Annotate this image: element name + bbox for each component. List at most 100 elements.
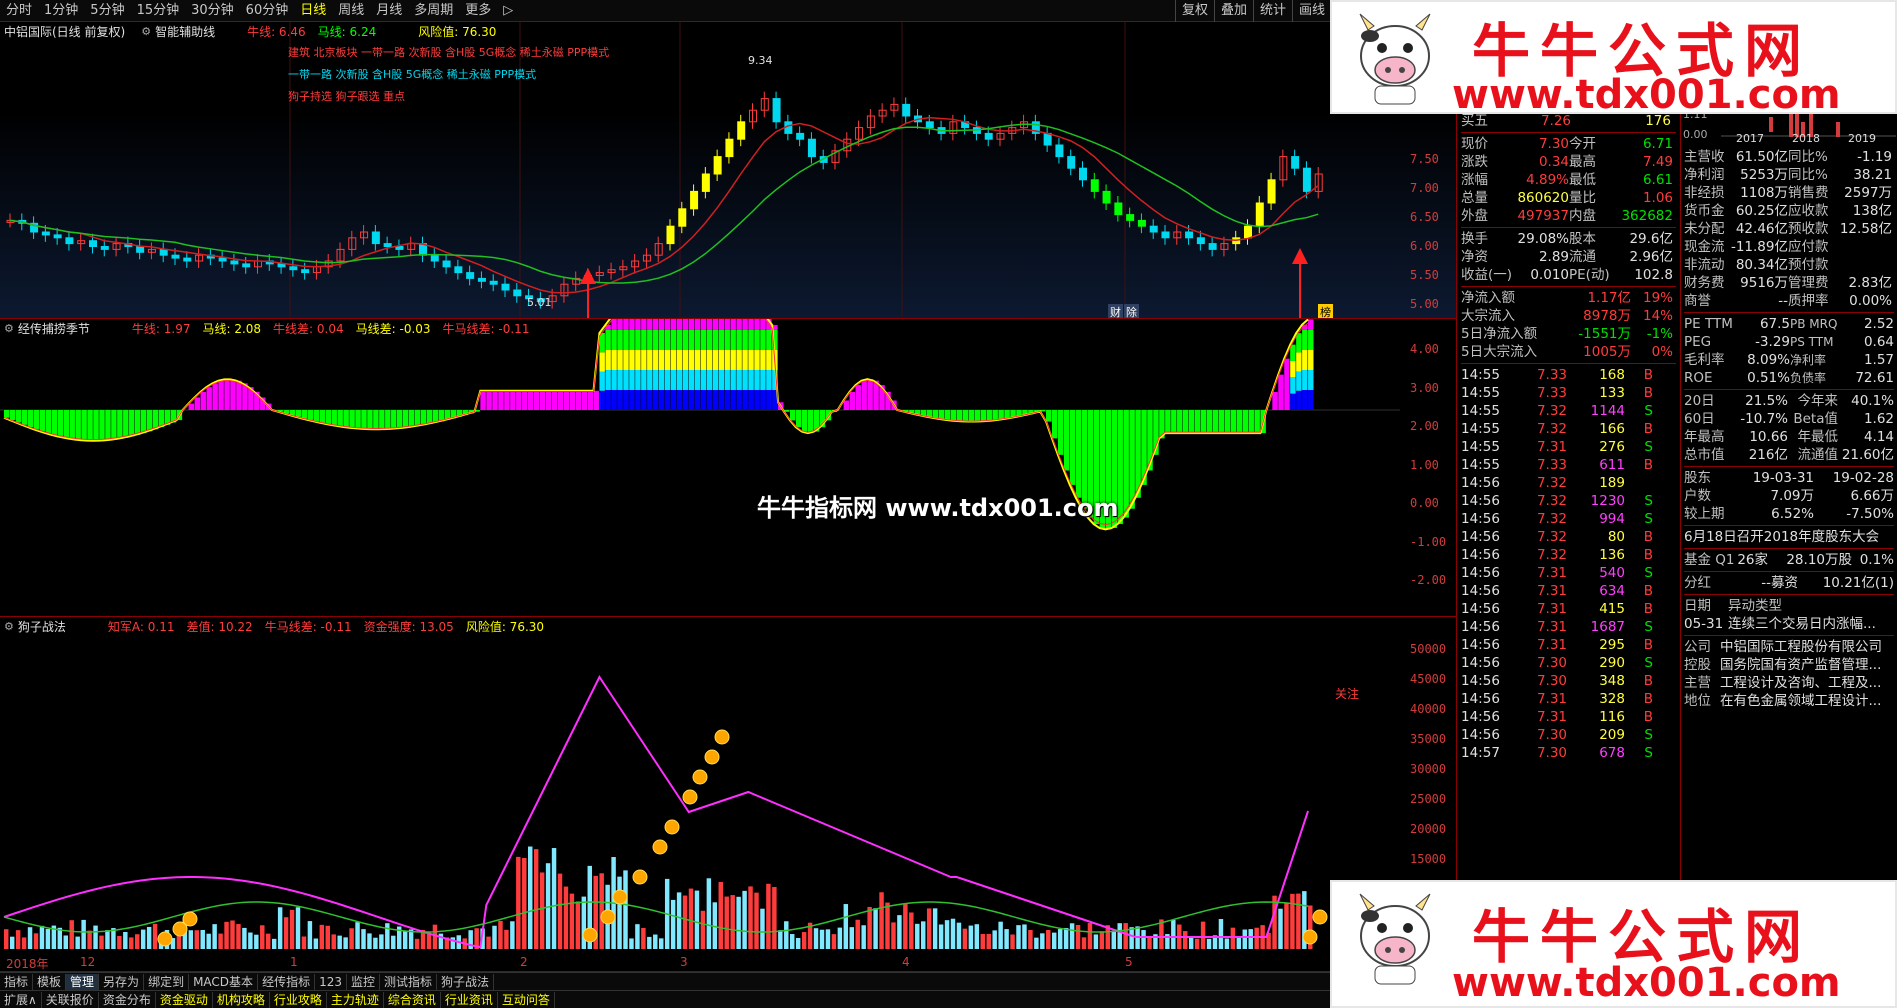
volume-bar bbox=[1147, 937, 1152, 949]
indicator-tab-0[interactable]: 指标 bbox=[0, 973, 34, 990]
osc-bar-band bbox=[754, 370, 760, 390]
extension-tab-6[interactable]: 主力轨迹 bbox=[327, 991, 384, 1008]
oscillator-panel[interactable]: ⚙ 经传捕捞季节 牛线: 1.97 马线: 2.08 牛线差: 0.04 马线差… bbox=[0, 319, 1456, 617]
cell: 14:56 bbox=[1461, 529, 1500, 545]
period-tab-10[interactable]: 更多 bbox=[459, 0, 497, 22]
period-tab-4[interactable]: 30分钟 bbox=[185, 0, 240, 22]
settings-icon[interactable]: ⚙ bbox=[141, 25, 151, 38]
period-tab-7[interactable]: 周线 bbox=[332, 0, 370, 22]
flow-row: 净流入额 1.17亿 19% bbox=[1461, 289, 1676, 307]
osc-bar bbox=[1224, 410, 1231, 434]
more-arrow-icon[interactable]: ▷ bbox=[497, 0, 519, 22]
buy-signal-icon bbox=[652, 839, 668, 855]
period-tab-5[interactable]: 60分钟 bbox=[240, 0, 295, 22]
osc-bar bbox=[69, 410, 75, 439]
osc-bar-band bbox=[712, 330, 719, 350]
osc-bar-band bbox=[754, 390, 760, 410]
company-row: 公司 中铝国际工程股份有限公司 bbox=[1684, 638, 1894, 656]
price-chart-svg[interactable] bbox=[0, 22, 1456, 319]
volume-bar bbox=[790, 934, 795, 949]
earnings-bar bbox=[1836, 122, 1840, 137]
toolbar-right-3[interactable]: 画线 bbox=[1292, 0, 1331, 22]
period-tab-1[interactable]: 1分钟 bbox=[38, 0, 84, 22]
price-chart-panel[interactable]: 中铝国际(日线 前复权) ⚙ 智能辅助线 牛线: 6.46 马线: 6.24 风… bbox=[0, 22, 1456, 319]
fund-row: 现金流 -11.89亿 应付款 bbox=[1684, 238, 1894, 256]
period-tab-2[interactable]: 5分钟 bbox=[84, 0, 130, 22]
osc-bar-band bbox=[1290, 344, 1296, 361]
volume-bar bbox=[778, 930, 783, 949]
cell: 股本 bbox=[1569, 231, 1596, 247]
cell: 较上期 bbox=[1684, 506, 1725, 522]
cell: 7.32 bbox=[1536, 475, 1567, 491]
cell[interactable]: 连续三个交易日内涨幅... bbox=[1728, 615, 1894, 633]
osc-bar-band bbox=[724, 390, 730, 410]
volume-bar bbox=[784, 921, 789, 949]
indicator-tab-8[interactable]: 监控 bbox=[347, 973, 380, 990]
cell: 14:56 bbox=[1461, 511, 1500, 527]
cell: 994 bbox=[1599, 511, 1625, 527]
indicator-tab-9[interactable]: 测试指标 bbox=[380, 973, 438, 990]
indicator-tab-3[interactable]: 另存为 bbox=[99, 973, 145, 990]
center-watermark: 牛牛指标网 www.tdx001.com bbox=[757, 494, 1119, 522]
cell: B bbox=[1643, 457, 1653, 473]
extension-tab-2[interactable]: 资金分布 bbox=[99, 991, 156, 1008]
extension-tab-9[interactable]: 互动问答 bbox=[498, 991, 555, 1008]
volume-bar bbox=[641, 927, 646, 949]
settings-icon[interactable]: ⚙ bbox=[4, 322, 14, 335]
cell: 102.8 bbox=[1634, 267, 1673, 283]
volume-bar bbox=[1123, 923, 1128, 949]
oscillator-svg[interactable] bbox=[0, 319, 1456, 617]
extension-tab-1[interactable]: 关联报价 bbox=[42, 991, 99, 1008]
extension-tab-3[interactable]: 资金驱动 bbox=[156, 991, 213, 1008]
cell: 8978万 bbox=[1583, 308, 1631, 324]
osc-bar bbox=[1183, 410, 1189, 434]
osc-bar-band bbox=[736, 350, 742, 370]
event-tag-chu[interactable]: 除 bbox=[1124, 304, 1139, 318]
period-tab-6[interactable]: 日线 bbox=[294, 0, 332, 22]
toolbar-right-0[interactable]: 复权 bbox=[1175, 0, 1214, 22]
cell: 2.96亿 bbox=[1629, 249, 1673, 265]
extension-tab-4[interactable]: 机构攻略 bbox=[213, 991, 270, 1008]
tick-row: 14:56 7.32 80 B bbox=[1461, 528, 1676, 546]
osc-bar bbox=[700, 319, 707, 330]
flow-row: 大宗流入 8978万 14% bbox=[1461, 307, 1676, 325]
extension-tab-5[interactable]: 行业攻略 bbox=[270, 991, 327, 1008]
candle-body bbox=[454, 266, 463, 274]
indicator-tab-2[interactable]: 管理 bbox=[66, 973, 100, 990]
extension-toolbar: 扩展∧ 关联报价 资金分布 资金驱动 机构攻略 行业攻略 主力轨迹 综合资讯 行业资讯 互动问答 bbox=[0, 990, 1330, 1008]
indicator-tab-6[interactable]: 经传指标 bbox=[258, 973, 316, 990]
settings-icon[interactable]: ⚙ bbox=[4, 620, 14, 633]
indicator-tab-7[interactable]: 123 bbox=[315, 973, 347, 990]
toolbar-right-1[interactable]: 叠加 bbox=[1214, 0, 1253, 22]
tick-row: 14:56 7.30 290 S bbox=[1461, 654, 1676, 672]
osc-bar-band bbox=[724, 350, 730, 370]
date-tick: 1 bbox=[290, 955, 298, 969]
indicator-tab-4[interactable]: 绑定到 bbox=[144, 973, 190, 990]
candle-body bbox=[53, 234, 62, 239]
cell: 中铝国际工程股份有限公司 bbox=[1720, 639, 1882, 655]
volume-bar bbox=[373, 937, 378, 949]
indicator-tab-5[interactable]: MACD基本 bbox=[189, 973, 259, 990]
volume-bar bbox=[218, 933, 223, 949]
period-tab-8[interactable]: 月线 bbox=[370, 0, 408, 22]
strategy-svg[interactable] bbox=[0, 617, 1456, 972]
cell: S bbox=[1644, 565, 1653, 581]
osc-bar-band bbox=[611, 390, 617, 410]
extension-tab-0[interactable]: 扩展∧ bbox=[0, 991, 42, 1008]
extension-tab-7[interactable]: 综合资讯 bbox=[384, 991, 441, 1008]
indicator-tab-1[interactable]: 模板 bbox=[33, 973, 67, 990]
period-tab-0[interactable]: 分时 bbox=[0, 0, 38, 22]
strategy-panel[interactable]: ⚙ 狗子战法 知军A: 0.11 差值: 10.22 牛马线差: -0.11 资… bbox=[0, 617, 1456, 972]
volume-bar bbox=[772, 887, 777, 949]
toolbar-right-2[interactable]: 统计 bbox=[1253, 0, 1292, 22]
extension-tab-8[interactable]: 行业资讯 bbox=[441, 991, 498, 1008]
osc-bar bbox=[938, 410, 945, 419]
period-tab-9[interactable]: 多周期 bbox=[408, 0, 459, 22]
osc-bar-band bbox=[1308, 350, 1314, 370]
osc-bar bbox=[795, 410, 802, 428]
period-tab-3[interactable]: 15分钟 bbox=[131, 0, 186, 22]
event-tag-bang[interactable]: 榜 bbox=[1318, 304, 1333, 318]
cell[interactable]: 6月18日召开2018年度股东大会 bbox=[1684, 528, 1894, 546]
event-tag-cai[interactable]: 财 bbox=[1108, 304, 1123, 318]
indicator-tab-10[interactable]: 狗子战法 bbox=[437, 973, 495, 990]
